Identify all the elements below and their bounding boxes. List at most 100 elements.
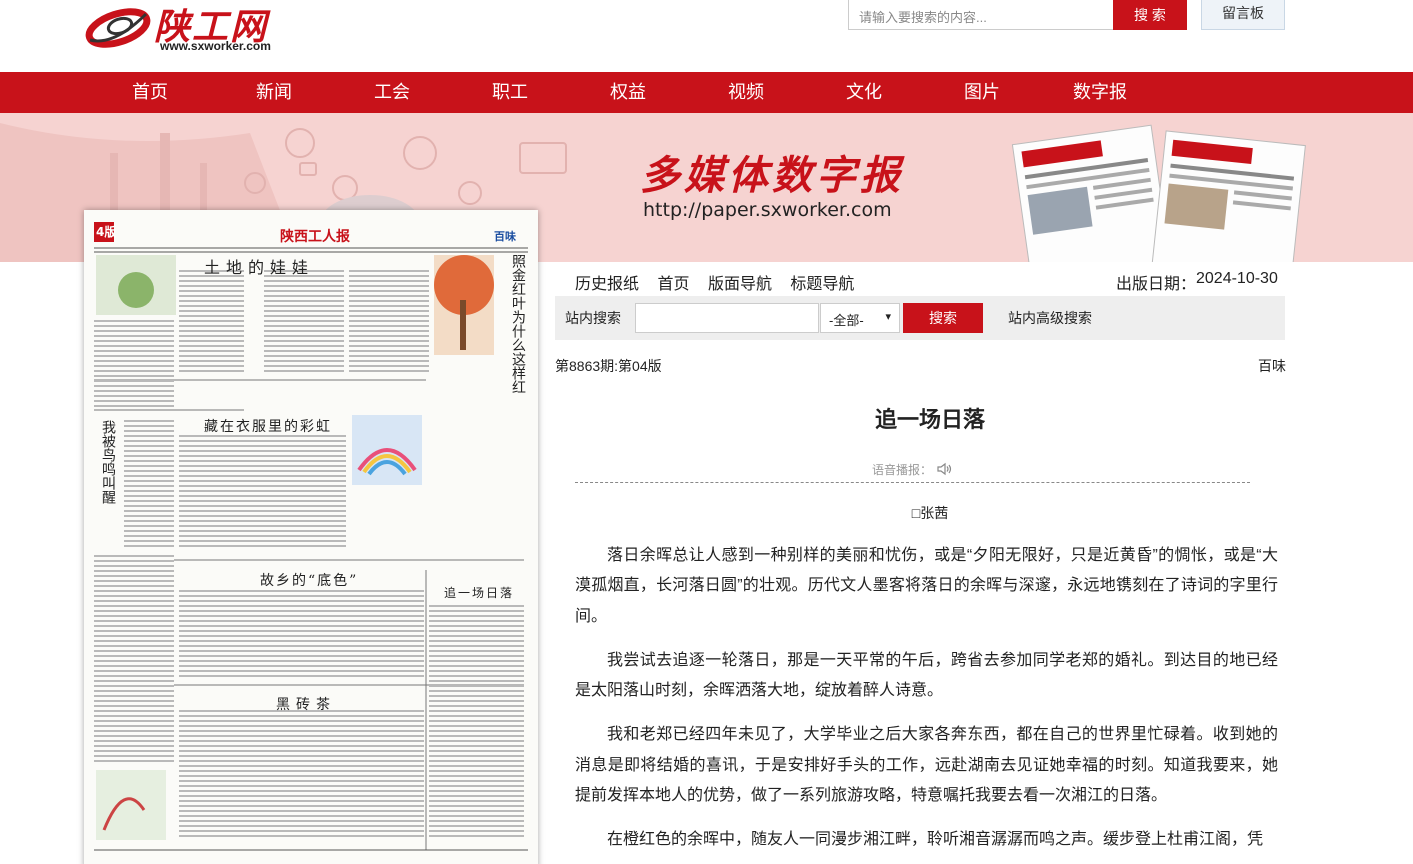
- site-logo[interactable]: 陕工网 www.sxworker.com: [84, 0, 274, 58]
- search-button[interactable]: 搜 索: [1113, 0, 1187, 30]
- page-text-line: [429, 695, 524, 697]
- page-text-line: [94, 665, 174, 667]
- page-text-line: [264, 280, 344, 282]
- page-headline-1[interactable]: 土地的娃娃: [204, 254, 314, 278]
- page-headline-2[interactable]: 照金红叶为什么这样红: [508, 254, 528, 394]
- history-papers-link[interactable]: 历史报纸: [575, 276, 639, 293]
- page-text-line: [429, 730, 524, 732]
- page-text-line: [179, 480, 346, 482]
- page-text-line: [179, 355, 244, 357]
- page-text-line: [349, 320, 429, 322]
- page-text-line: [94, 680, 174, 682]
- epaper-toolbar: 历史报纸 首页 版面导航 标题导航: [575, 270, 868, 294]
- advanced-search-link[interactable]: 站内高级搜索: [1008, 308, 1092, 328]
- nav-item-union[interactable]: 工会: [352, 72, 432, 113]
- nav-item-home[interactable]: 首页: [110, 72, 190, 113]
- guestbook-button[interactable]: 留言板: [1201, 0, 1285, 30]
- search-scope-select[interactable]: -全部- ▾: [820, 303, 900, 333]
- page-text-line: [179, 740, 424, 742]
- page-text-line: [179, 300, 244, 302]
- banner-title: 多媒体数字报: [640, 152, 904, 199]
- page-text-line: [179, 760, 424, 762]
- page-text-line: [429, 725, 524, 727]
- page-text-line: [179, 475, 346, 477]
- nav-item-rights[interactable]: 权益: [588, 72, 668, 113]
- page-text-line: [349, 340, 429, 342]
- page-text-line: [349, 305, 429, 307]
- nav-item-video[interactable]: 视频: [706, 72, 786, 113]
- page-headline-5[interactable]: 故乡的“底色”: [260, 570, 358, 590]
- page-text-line: [349, 290, 429, 292]
- page-text-line: [94, 600, 174, 602]
- page-text-line: [94, 730, 174, 732]
- page-text-line: [349, 330, 429, 332]
- page-headline-3[interactable]: 我被鸟鸣叫醒: [98, 420, 118, 504]
- page-text-line: [124, 480, 174, 482]
- page-headline-6[interactable]: 追一场日落: [444, 584, 514, 601]
- page-text-line: [264, 310, 344, 312]
- page-text-line: [124, 435, 174, 437]
- nav-item-culture[interactable]: 文化: [824, 72, 904, 113]
- voice-broadcast-label: 语音播报：: [872, 463, 933, 477]
- site-search-input[interactable]: 请输入要搜索的内容...: [848, 0, 1114, 30]
- page-text-line: [429, 675, 524, 677]
- page-headline-4[interactable]: 藏在衣服里的彩虹: [204, 416, 332, 436]
- page-text-line: [429, 690, 524, 692]
- page-text-line: [94, 330, 174, 332]
- page-text-line: [179, 780, 424, 782]
- section-name: 百味: [1258, 358, 1286, 374]
- page-text-line: [429, 650, 524, 652]
- page-text-line: [94, 635, 174, 637]
- page-text-line: [94, 405, 174, 407]
- page-text-line: [264, 330, 344, 332]
- page-masthead: 陕西工人报: [280, 229, 350, 245]
- page-text-line: [94, 685, 174, 687]
- page-text-line: [429, 660, 524, 662]
- page-nav-link[interactable]: 版面导航: [708, 276, 772, 293]
- page-text-line: [264, 345, 344, 347]
- page-text-line: [124, 465, 174, 467]
- page-text-line: [94, 380, 174, 382]
- page-text-line: [124, 525, 174, 527]
- site-search-button[interactable]: 搜索: [903, 303, 983, 333]
- page-text-line: [179, 285, 244, 287]
- page-text-line: [179, 370, 244, 372]
- home-link[interactable]: 首页: [657, 276, 689, 293]
- page-text-line: [94, 350, 174, 352]
- article-paragraph: 我和老郑已经四年未见了，大学毕业之后大家各奔东西，都在自己的世界里忙碌着。收到她…: [575, 726, 1278, 805]
- page-text-line: [179, 660, 424, 662]
- page-headline-7[interactable]: 黑砖茶: [276, 694, 336, 714]
- nav-item-workers[interactable]: 职工: [470, 72, 550, 113]
- page-text-line: [179, 835, 424, 837]
- page-text-line: [124, 520, 174, 522]
- nav-item-epaper[interactable]: 数字报: [1060, 72, 1140, 113]
- page-text-line: [94, 725, 174, 727]
- article-title: 追一场日落: [874, 407, 985, 432]
- nav-item-photos[interactable]: 图片: [942, 72, 1022, 113]
- page-text-line: [94, 705, 174, 707]
- page-text-line: [94, 590, 174, 592]
- page-text-line: [179, 595, 424, 597]
- page-text-line: [179, 805, 424, 807]
- page-text-line: [429, 755, 524, 757]
- page-text-line: [124, 505, 174, 507]
- page-text-line: [94, 690, 174, 692]
- nav-item-news[interactable]: 新闻: [234, 72, 314, 113]
- title-nav-link[interactable]: 标题导航: [790, 276, 854, 293]
- page-text-line: [179, 325, 244, 327]
- newspaper-page-image[interactable]: 4版 陕西工人报 百味 土地的娃娃 照金红叶为什么这样红 我被鸟鸣叫醒 藏在衣服…: [84, 210, 538, 864]
- page-text-line: [124, 530, 174, 532]
- page-number: 4版: [96, 225, 117, 239]
- main-nav: 首页 新闻 工会 职工 权益 视频 文化 图片 数字报: [0, 72, 1413, 113]
- search-scope-value: -全部-: [829, 313, 864, 328]
- page-text-line: [94, 375, 174, 377]
- site-search-field[interactable]: [635, 303, 819, 333]
- page-text-line: [429, 825, 524, 827]
- page-text-line: [264, 340, 344, 342]
- page-text-line: [124, 475, 174, 477]
- page-text-line: [349, 285, 429, 287]
- page-text-line: [429, 780, 524, 782]
- speaker-icon[interactable]: [937, 462, 953, 476]
- page-text-line: [179, 450, 346, 452]
- page-text-line: [179, 640, 424, 642]
